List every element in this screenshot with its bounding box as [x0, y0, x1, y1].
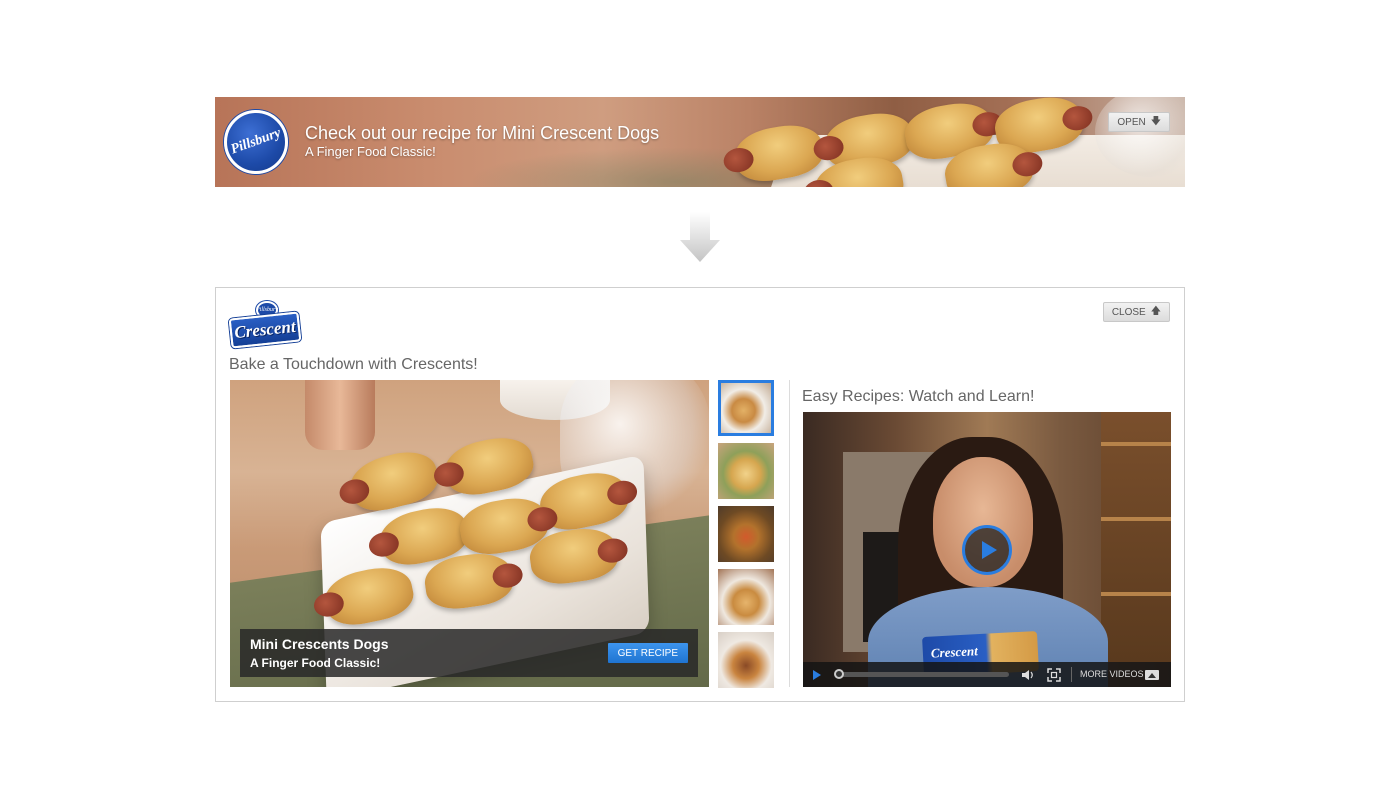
eject-icon[interactable] [1144, 668, 1160, 682]
crescent-logo[interactable]: Pillsbury Crescent [228, 301, 302, 349]
thumbnail-crescent-bars[interactable] [718, 632, 774, 688]
more-videos-button[interactable]: MORE VIDEOS [1080, 669, 1144, 679]
banner-title: Check out our recipe for Mini Crescent D… [305, 123, 660, 143]
close-button-label: CLOSE [1111, 306, 1146, 318]
video-player[interactable]: Crescent MORE VIDEOS [803, 412, 1171, 687]
scrubber-handle[interactable] [834, 669, 844, 679]
open-button[interactable]: OPEN 🡇 [1108, 112, 1170, 132]
arrow-up-icon: 🡅 [1150, 306, 1161, 317]
collapsed-ad-banner[interactable]: Pillsbury Check out our recipe for Mini … [215, 97, 1185, 187]
open-button-label: OPEN [1117, 116, 1146, 128]
banner-subtitle: A Finger Food Classic! [305, 144, 436, 159]
featured-recipe-photo[interactable]: Mini Crescents Dogs A Finger Food Classi… [230, 380, 709, 687]
close-button[interactable]: CLOSE 🡅 [1102, 302, 1170, 322]
recipe-subtitle: A Finger Food Classic! [250, 656, 381, 670]
video-shelf-board [1101, 592, 1171, 596]
crescent-package-text: Crescent [930, 643, 979, 661]
fullscreen-icon[interactable] [1047, 668, 1061, 682]
controls-separator [1071, 667, 1072, 682]
play-icon[interactable] [962, 525, 1012, 575]
control-play-icon[interactable] [813, 670, 821, 680]
get-recipe-button[interactable]: GET RECIPE [607, 643, 688, 663]
big-arrow-down-icon [680, 212, 720, 262]
thumbnail-crescent-pizza-squares[interactable] [718, 506, 774, 562]
crescent-wordmark: Crescent [228, 311, 302, 349]
crescent-logo-text: Crescent [233, 316, 297, 343]
video-controls: MORE VIDEOS [803, 662, 1171, 687]
panel-heading: Bake a Touchdown with Crescents! [229, 356, 478, 373]
video-shelf-board [1101, 442, 1171, 446]
thumbnail-crescent-pouch[interactable] [718, 443, 774, 499]
copper-cup [305, 380, 375, 450]
pillsbury-logo[interactable]: Pillsbury [224, 110, 288, 174]
section-divider [789, 380, 790, 687]
video-scrubber[interactable] [834, 669, 1009, 679]
video-shelf-board [1101, 517, 1171, 521]
volume-icon[interactable] [1021, 668, 1035, 682]
pillsbury-logo-text: Pillsbury [228, 125, 283, 158]
thumbnail-crescent-pinwheels[interactable] [718, 569, 774, 625]
recipe-caption-bar: Mini Crescents Dogs A Finger Food Classi… [240, 629, 698, 677]
video-bookshelf [1101, 412, 1171, 662]
recipe-title: Mini Crescents Dogs [250, 636, 389, 652]
expanded-ad-panel: Pillsbury Crescent CLOSE 🡅 Bake a Touchd… [215, 287, 1185, 702]
video-heading: Easy Recipes: Watch and Learn! [802, 388, 1035, 405]
arrow-down-icon: 🡇 [1150, 116, 1161, 127]
thumbnail-mini-crescent-dogs[interactable] [718, 380, 774, 436]
